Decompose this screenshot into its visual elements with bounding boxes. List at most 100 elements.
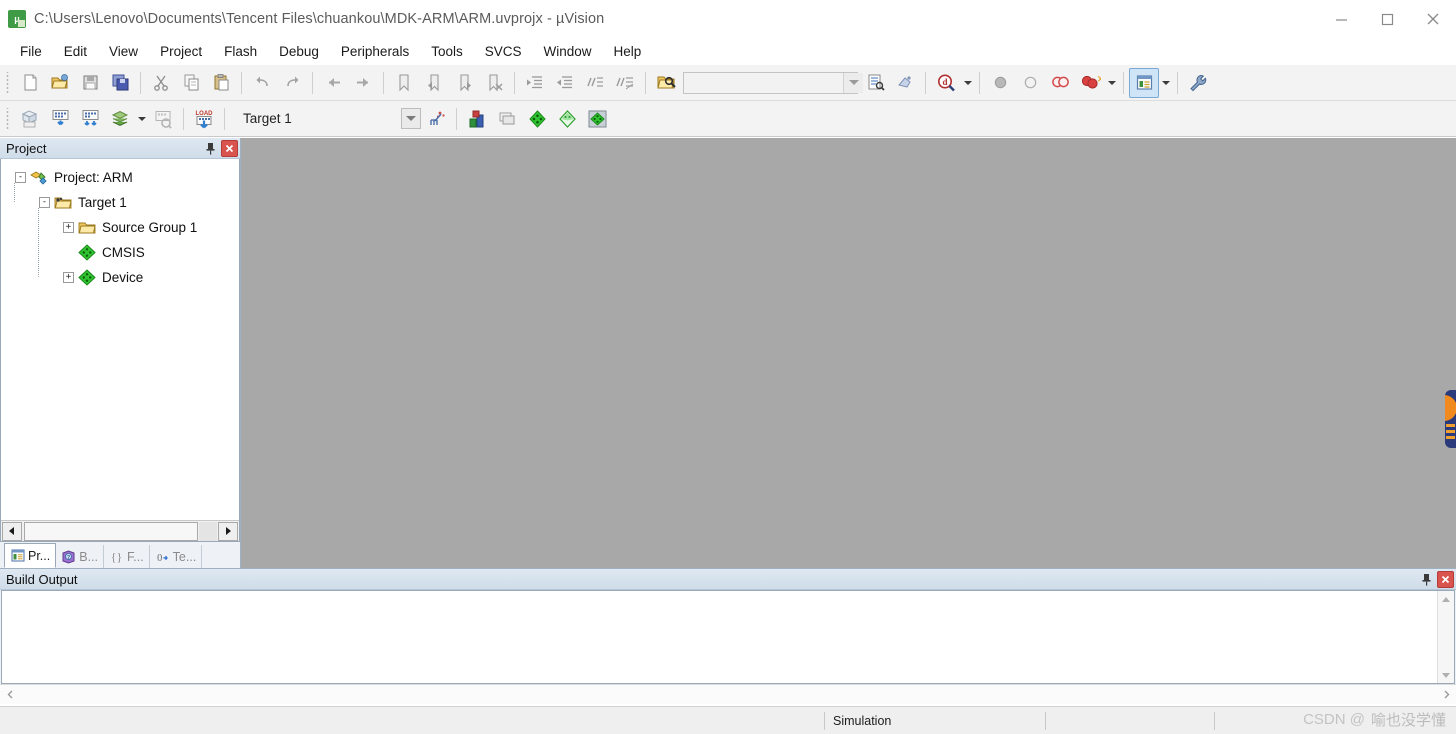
indent-icon[interactable] <box>520 68 550 98</box>
target-options-wizard-icon[interactable] <box>421 104 451 134</box>
toolbar-separator <box>514 71 515 94</box>
close-button[interactable] <box>1410 0 1456 38</box>
menu-debug[interactable]: Debug <box>268 41 330 62</box>
manage-project-items-icon[interactable] <box>462 104 492 134</box>
menu-project[interactable]: Project <box>149 41 213 62</box>
menu-window[interactable]: Window <box>532 41 602 62</box>
tab-templates[interactable]: 0 Te... <box>150 545 203 568</box>
tree-node-source-group[interactable]: + Source Group 1 <box>9 215 239 240</box>
new-file-icon[interactable] <box>15 68 45 98</box>
tab-functions[interactable]: {} F... <box>104 545 150 568</box>
menu-tools[interactable]: Tools <box>420 41 474 62</box>
comment-icon[interactable] <box>580 68 610 98</box>
build-output-content[interactable] <box>1 590 1455 684</box>
functions-tab-icon: {} <box>109 549 124 564</box>
translate-file-icon[interactable] <box>15 104 45 134</box>
scroll-right-arrow-icon[interactable] <box>218 521 238 541</box>
scrollbar-thumb[interactable] <box>24 521 198 541</box>
download-load-icon[interactable]: LOAD <box>189 104 219 134</box>
rebuild-all-icon[interactable] <box>75 104 105 134</box>
tab-project[interactable]: Pr... <box>4 543 57 568</box>
menu-help[interactable]: Help <box>603 41 653 62</box>
save-all-icon[interactable] <box>105 68 135 98</box>
project-tree-horizontal-scrollbar[interactable] <box>1 520 239 541</box>
bookmark-toggle-icon[interactable] <box>389 68 419 98</box>
breakpoint-enable-icon[interactable] <box>1015 68 1045 98</box>
open-file-icon[interactable] <box>45 68 75 98</box>
menu-svcs[interactable]: SVCS <box>474 41 533 62</box>
window-manager-dropdown-chevron-down-icon[interactable] <box>1159 68 1172 98</box>
tab-label: Pr... <box>28 548 51 563</box>
outdent-icon[interactable] <box>550 68 580 98</box>
browse-symbol-icon[interactable] <box>890 68 920 98</box>
breakpoint-insert-icon[interactable] <box>985 68 1015 98</box>
build-target-icon[interactable] <box>45 104 75 134</box>
build-output-vertical-scrollbar[interactable] <box>1437 591 1454 683</box>
minimize-button[interactable] <box>1318 0 1364 38</box>
scroll-down-arrow-icon[interactable] <box>1438 666 1455 683</box>
navigate-back-icon[interactable] <box>318 68 348 98</box>
scroll-left-arrow-icon[interactable] <box>0 686 20 704</box>
select-software-packs-icon[interactable] <box>582 104 612 134</box>
menu-edit[interactable]: Edit <box>53 41 98 62</box>
uncomment-icon[interactable] <box>610 68 640 98</box>
scroll-left-arrow-icon[interactable] <box>2 521 22 541</box>
bookmark-prev-icon[interactable] <box>419 68 449 98</box>
breakpoint-dropdown-chevron-down-icon[interactable] <box>1105 68 1118 98</box>
find-dropdown-chevron-down-icon[interactable] <box>961 68 974 98</box>
wrench-configuration-icon[interactable] <box>1183 68 1213 98</box>
search-combo[interactable] <box>683 71 863 94</box>
expander-toggle[interactable]: - <box>15 172 26 183</box>
batch-build-dropdown-chevron-down-icon[interactable] <box>135 104 148 134</box>
redo-icon[interactable] <box>277 68 307 98</box>
undo-icon[interactable] <box>247 68 277 98</box>
tree-node-project[interactable]: - Project: ARM <box>9 165 239 190</box>
close-icon[interactable] <box>221 139 238 157</box>
scrollbar-track[interactable] <box>199 521 217 541</box>
find-in-files-icon[interactable] <box>651 68 681 98</box>
expander-toggle[interactable]: + <box>63 222 74 233</box>
search-input[interactable] <box>684 72 843 93</box>
multi-project-icon[interactable] <box>492 104 522 134</box>
breakpoint-kill-all-icon[interactable]: ✕ <box>1075 68 1105 98</box>
stop-build-icon[interactable] <box>148 104 178 134</box>
navigate-forward-icon[interactable] <box>348 68 378 98</box>
scroll-right-arrow-icon[interactable] <box>1436 686 1456 704</box>
cut-icon[interactable] <box>146 68 176 98</box>
target-selector[interactable]: Target 1 <box>236 106 421 131</box>
expander-toggle[interactable]: - <box>39 197 50 208</box>
window-manager-icon[interactable] <box>1129 67 1159 98</box>
tab-books[interactable]: ? B... <box>56 545 104 568</box>
copy-icon[interactable] <box>176 68 206 98</box>
maximize-button[interactable] <box>1364 0 1410 38</box>
tree-node-device[interactable]: + Device <box>9 265 239 290</box>
tree-node-target[interactable]: - Target 1 <box>9 190 239 215</box>
save-icon[interactable] <box>75 68 105 98</box>
status-left <box>0 707 824 734</box>
build-output-horizontal-scrollbar[interactable] <box>0 684 1456 704</box>
scroll-up-arrow-icon[interactable] <box>1438 591 1455 608</box>
menu-file[interactable]: File <box>9 41 53 62</box>
target-selector-chevron-down-icon[interactable] <box>401 108 421 129</box>
toolbar-grip[interactable] <box>4 107 12 130</box>
toolbar-grip[interactable] <box>4 71 12 94</box>
menu-view[interactable]: View <box>98 41 149 62</box>
expander-toggle[interactable]: + <box>63 272 74 283</box>
paste-icon[interactable] <box>206 68 236 98</box>
tree-node-label: Source Group 1 <box>102 220 198 235</box>
manage-runtime-env-icon[interactable] <box>552 104 582 134</box>
pin-icon[interactable] <box>1417 571 1435 588</box>
close-icon[interactable] <box>1437 570 1454 588</box>
bookmark-next-icon[interactable] <box>449 68 479 98</box>
menu-flash[interactable]: Flash <box>213 41 268 62</box>
batch-build-icon[interactable] <box>105 104 135 134</box>
menu-peripherals[interactable]: Peripherals <box>330 41 420 62</box>
bookmark-clear-icon[interactable] <box>479 68 509 98</box>
pack-installer-green-icon[interactable] <box>522 104 552 134</box>
find-magnifier-icon[interactable]: d <box>931 68 961 98</box>
incremental-find-icon[interactable] <box>860 68 890 98</box>
tree-node-cmsis[interactable]: CMSIS <box>9 240 239 265</box>
project-tree[interactable]: - Project: ARM - Target 1 + Source Group… <box>0 159 240 542</box>
pin-icon[interactable] <box>201 140 219 157</box>
breakpoint-disable-all-icon[interactable] <box>1045 68 1075 98</box>
